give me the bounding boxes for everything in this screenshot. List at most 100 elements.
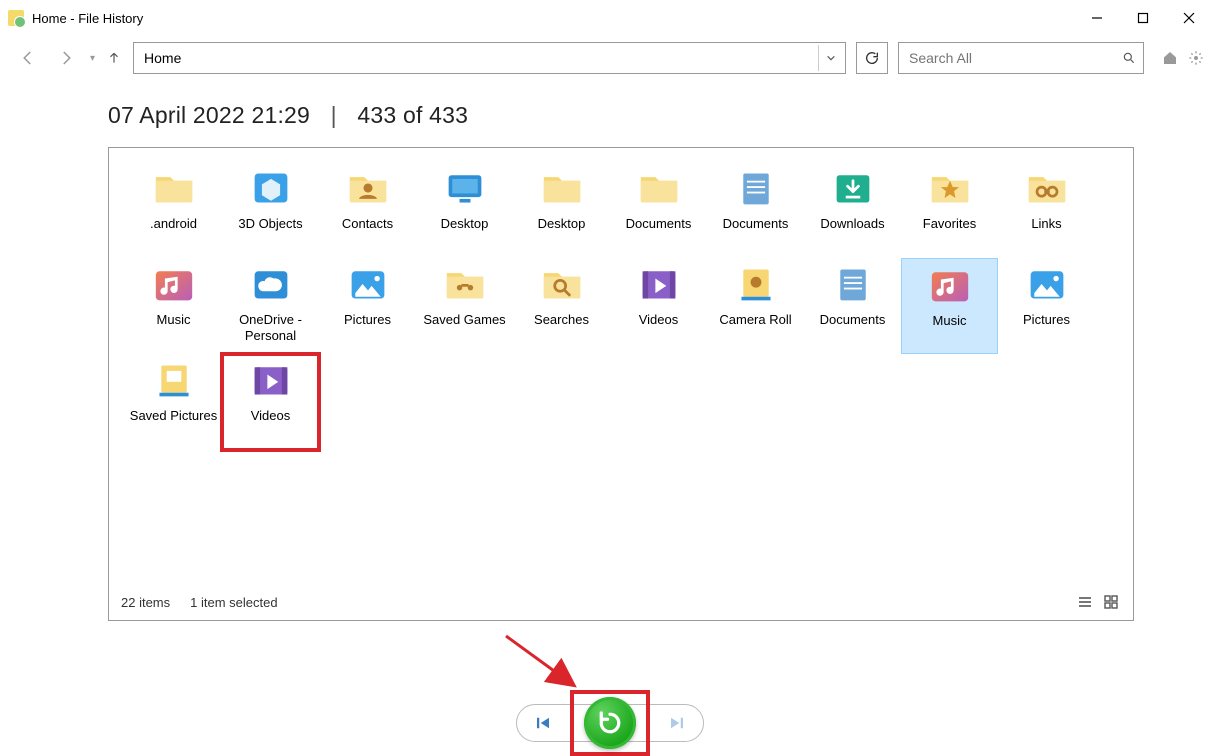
address-dropdown-icon[interactable] xyxy=(818,45,842,71)
folder-label: Saved Games xyxy=(423,312,505,328)
window-title: Home - File History xyxy=(32,11,143,26)
search-input[interactable] xyxy=(899,50,1115,66)
folder-item-onedrive-personal[interactable]: OneDrive - Personal xyxy=(222,258,319,354)
folder-label: Videos xyxy=(639,312,679,328)
status-bar: 22 items 1 item selected xyxy=(121,592,1121,612)
folder-label: Documents xyxy=(723,216,789,232)
folder-label: Music xyxy=(933,313,967,329)
collapsed-sidebar xyxy=(0,80,8,690)
cube-icon xyxy=(245,164,297,212)
downloads-icon xyxy=(827,164,879,212)
playback-pill xyxy=(516,704,704,742)
music-icon xyxy=(148,260,200,308)
folder-label: Videos xyxy=(251,408,291,424)
address-bar[interactable] xyxy=(133,42,846,74)
games-icon xyxy=(439,260,491,308)
titlebar: Home - File History xyxy=(0,0,1220,36)
onedrive-icon xyxy=(245,260,297,308)
folder-label: Music xyxy=(157,312,191,328)
app-icon xyxy=(8,10,24,26)
documents-lib-icon xyxy=(827,260,879,308)
back-button[interactable] xyxy=(14,44,42,72)
folder-icon xyxy=(633,164,685,212)
folder-label: Documents xyxy=(626,216,692,232)
folder-icon xyxy=(148,164,200,212)
close-button[interactable] xyxy=(1166,2,1212,34)
previous-version-button[interactable] xyxy=(531,711,555,735)
folder-label: .android xyxy=(150,216,197,232)
restore-icon xyxy=(595,708,625,738)
folder-item-pictures[interactable]: Pictures xyxy=(319,258,416,354)
camera-lib-icon xyxy=(730,260,782,308)
gear-icon[interactable] xyxy=(1186,48,1206,68)
minimize-button[interactable] xyxy=(1074,2,1120,34)
item-count: 22 items xyxy=(121,595,170,610)
folder-label: Pictures xyxy=(1023,312,1070,328)
nav-toolbar: ▾ xyxy=(0,36,1220,80)
folder-label: Camera Roll xyxy=(719,312,791,328)
pictures-lib-icon xyxy=(1021,260,1073,308)
folder-item--android[interactable]: .android xyxy=(125,162,222,258)
folder-icon xyxy=(536,164,588,212)
snapshot-timestamp: 07 April 2022 21:29 xyxy=(108,102,310,128)
folder-item-documents[interactable]: Documents xyxy=(610,162,707,258)
folder-label: Links xyxy=(1031,216,1061,232)
folder-item-contacts[interactable]: Contacts xyxy=(319,162,416,258)
selection-count: 1 item selected xyxy=(190,595,277,610)
folder-item-desktop[interactable]: Desktop xyxy=(416,162,513,258)
folder-item-camera-roll[interactable]: Camera Roll xyxy=(707,258,804,354)
music-lib-icon xyxy=(924,261,976,309)
folder-label: Saved Pictures xyxy=(130,408,217,424)
items-panel: .android 3D Objects Contacts Desktop Desktop… xyxy=(108,147,1134,621)
address-input[interactable] xyxy=(134,43,818,73)
snapshot-position: 433 of 433 xyxy=(357,102,468,128)
folder-label: Documents xyxy=(820,312,886,328)
folder-item-saved-games[interactable]: Saved Games xyxy=(416,258,513,354)
folder-item-desktop[interactable]: Desktop xyxy=(513,162,610,258)
pictures-icon xyxy=(342,260,394,308)
folder-item-3d-objects[interactable]: 3D Objects xyxy=(222,162,319,258)
folder-label: OneDrive - Personal xyxy=(225,312,317,344)
documents-icon xyxy=(730,164,782,212)
searches-icon xyxy=(536,260,588,308)
folder-label: Favorites xyxy=(923,216,976,232)
refresh-button[interactable] xyxy=(856,42,888,74)
folder-label: Searches xyxy=(534,312,589,328)
search-bar[interactable] xyxy=(898,42,1144,74)
folder-item-music[interactable]: Music xyxy=(901,258,998,354)
folder-item-documents[interactable]: Documents xyxy=(707,162,804,258)
next-version-button[interactable] xyxy=(665,711,689,735)
folder-item-links[interactable]: Links xyxy=(998,162,1095,258)
links-icon xyxy=(1021,164,1073,212)
restore-button-highlight xyxy=(570,690,650,756)
folder-item-videos[interactable]: Videos xyxy=(610,258,707,354)
folder-item-favorites[interactable]: Favorites xyxy=(901,162,998,258)
folder-item-pictures[interactable]: Pictures xyxy=(998,258,1095,354)
folder-item-downloads[interactable]: Downloads xyxy=(804,162,901,258)
details-view-button[interactable] xyxy=(1075,592,1095,612)
folder-item-documents[interactable]: Documents xyxy=(804,258,901,354)
snapshot-header: 07 April 2022 21:29 | 433 of 433 xyxy=(108,102,1134,129)
search-icon[interactable] xyxy=(1115,51,1143,65)
videos-icon xyxy=(633,260,685,308)
maximize-button[interactable] xyxy=(1120,2,1166,34)
folder-item-saved-pictures[interactable]: Saved Pictures xyxy=(125,354,222,450)
folder-label: Desktop xyxy=(441,216,489,232)
up-button[interactable] xyxy=(105,49,123,67)
icons-view-button[interactable] xyxy=(1101,592,1121,612)
folder-label: Contacts xyxy=(342,216,393,232)
saved-pictures-lib-icon xyxy=(148,356,200,404)
folder-label: Pictures xyxy=(344,312,391,328)
folder-label: Downloads xyxy=(820,216,884,232)
folder-item-music[interactable]: Music xyxy=(125,258,222,354)
home-icon[interactable] xyxy=(1160,48,1180,68)
favorites-icon xyxy=(924,164,976,212)
desktop-icon xyxy=(439,164,491,212)
folder-item-videos[interactable]: Videos xyxy=(222,354,319,450)
folder-item-searches[interactable]: Searches xyxy=(513,258,610,354)
restore-button[interactable] xyxy=(584,697,636,749)
folder-label: Desktop xyxy=(538,216,586,232)
videos-lib-icon xyxy=(245,356,297,404)
forward-button[interactable] xyxy=(52,44,80,72)
bottom-controls xyxy=(0,690,1220,756)
